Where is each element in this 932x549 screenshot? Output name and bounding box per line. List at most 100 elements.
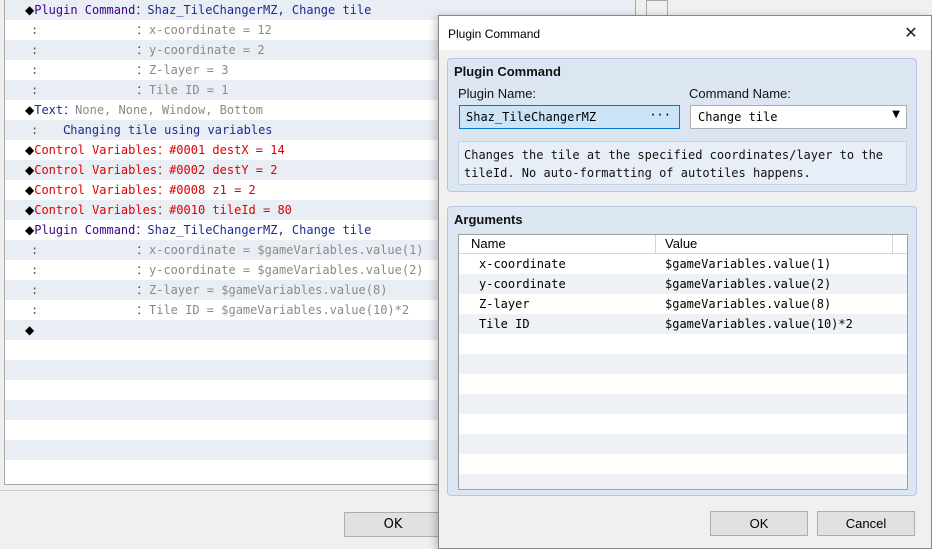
continuation-colon: :： [31,83,149,97]
command-name: Control Variables [34,183,158,197]
argument-value[interactable]: $gameVariables.value(1) [665,254,831,274]
cancel-button[interactable]: Cancel [817,511,915,536]
argument-value[interactable]: $gameVariables.value(10)*2 [665,314,853,334]
command-diamond-icon: ◆ [25,3,35,17]
command-separator: ： [135,3,148,17]
command-separator: ： [157,163,170,177]
plugin-name-field[interactable]: Shaz_TileChangerMZ ··· [459,105,680,129]
command-name: Plugin Command [34,223,136,237]
command-text: Tile ID = $gameVariables.value(10)*2 [149,303,410,317]
arguments-rows: x-coordinate $gameVariables.value(1) y-coo… [459,254,907,489]
command-name-label: Command Name: [689,86,791,101]
command-separator: ： [157,143,170,157]
table-row[interactable] [459,434,907,454]
column-divider[interactable] [892,235,893,254]
close-icon[interactable]: ✕ [899,23,923,43]
browse-dots-icon[interactable]: ··· [649,108,671,122]
command-text: #0001 destX = 14 [169,143,285,157]
table-row[interactable]: y-coordinate $gameVariables.value(2) [459,274,907,294]
table-header: Name Value [459,235,907,254]
command-text: y-coordinate = 2 [149,43,265,57]
continuation-colon-2: ： [136,303,149,317]
table-row[interactable]: Z-layer $gameVariables.value(8) [459,294,907,314]
table-row[interactable] [459,374,907,394]
command-text: Z-layer = $gameVariables.value(8) [149,283,388,297]
table-row[interactable] [459,394,907,414]
command-text: x-coordinate = 12 [149,23,272,37]
continuation-colon-2: ： [136,263,149,277]
dialog-title: Plugin Command [448,27,541,41]
command-text: Tile ID = 1 [149,83,229,97]
command-name: Text [34,103,64,117]
group-title: Arguments [454,212,523,227]
argument-value[interactable]: $gameVariables.value(2) [665,274,831,294]
command-name: Control Variables [34,143,158,157]
table-row[interactable] [459,354,907,374]
command-text: Shaz_TileChangerMZ, Change tile [147,223,372,237]
argument-value[interactable]: $gameVariables.value(8) [665,294,831,314]
command-text: Changing tile using variables [63,123,273,137]
plugin-name-label: Plugin Name: [458,86,537,101]
continuation-colon-2: ： [136,283,149,297]
column-divider[interactable] [655,235,656,254]
table-row[interactable] [459,454,907,474]
continuation-colon: :： [31,283,149,297]
command-separator: ： [157,183,170,197]
argument-name: Tile ID [479,317,530,331]
command-name: Control Variables [34,163,158,177]
continuation-colon: :： [31,63,149,77]
command-text: Z-layer = 3 [149,63,229,77]
continuation-colon-2: ： [136,43,149,57]
argument-name: y-coordinate [479,277,566,291]
plugin-command-dialog: Plugin Command ✕ Plugin Command Plugin N… [438,15,932,549]
continuation-colon: :： [31,43,149,57]
table-row[interactable] [459,334,907,354]
command-name: Control Variables [34,203,158,217]
command-text: Shaz_TileChangerMZ, Change tile [147,3,372,17]
column-header-value[interactable]: Value [665,236,697,251]
continuation-colon-2: ： [136,23,149,37]
command-separator: ： [157,203,170,217]
command-diamond-icon: ◆ [25,203,35,217]
command-separator: ： [135,223,148,237]
continuation-colon: :： [31,123,79,137]
command-name: Plugin Command [34,3,136,17]
ok-button[interactable]: OK [710,511,808,536]
continuation-colon: :： [31,23,149,37]
table-row[interactable] [459,474,907,489]
command-text: y-coordinate = $gameVariables.value(2) [149,263,424,277]
command-diamond-icon: ◆ [25,163,35,177]
plugin-command-group: Plugin Command Plugin Name: Command Name… [447,58,917,192]
command-description: Changes the tile at the specified coordi… [458,141,907,185]
command-separator: ： [63,103,76,117]
table-row[interactable]: Tile ID $gameVariables.value(10)*2 [459,314,907,334]
table-row[interactable] [459,414,907,434]
dropdown-arrow-icon[interactable]: ▼ [892,109,900,120]
command-text: None, None, Window, Bottom [75,103,263,117]
ok-button[interactable]: OK [344,512,442,537]
arguments-table[interactable]: Name Value x-coordinate $gameVariables.va… [458,234,908,490]
continuation-colon: :： [31,303,149,317]
group-title: Plugin Command [454,64,561,79]
argument-name: x-coordinate [479,257,566,271]
continuation-colon: :： [31,263,149,277]
continuation-colon-2: ： [136,243,149,257]
command-name-value: Change tile [698,110,778,124]
argument-name: Z-layer [479,297,530,311]
arguments-group: Arguments Name Value x-coordinate $gameVa… [447,206,917,496]
scrollbar[interactable] [646,0,668,16]
command-text: x-coordinate = $gameVariables.value(1) [149,243,424,257]
continuation-colon: :： [31,243,149,257]
command-diamond-icon: ◆ [25,183,35,197]
column-header-name[interactable]: Name [471,236,506,251]
command-text: #0008 z1 = 2 [169,183,256,197]
command-name-select[interactable]: Change tile ▼ [690,105,907,129]
command-diamond-icon: ◆ [25,103,35,117]
command-diamond-icon: ◆ [25,323,35,337]
dialog-titlebar: Plugin Command ✕ [439,16,931,50]
table-row[interactable]: x-coordinate $gameVariables.value(1) [459,254,907,274]
command-diamond-icon: ◆ [25,223,35,237]
command-text: #0010 tileId = 80 [169,203,292,217]
continuation-colon-2: ： [136,63,149,77]
command-text: #0002 destY = 2 [169,163,278,177]
